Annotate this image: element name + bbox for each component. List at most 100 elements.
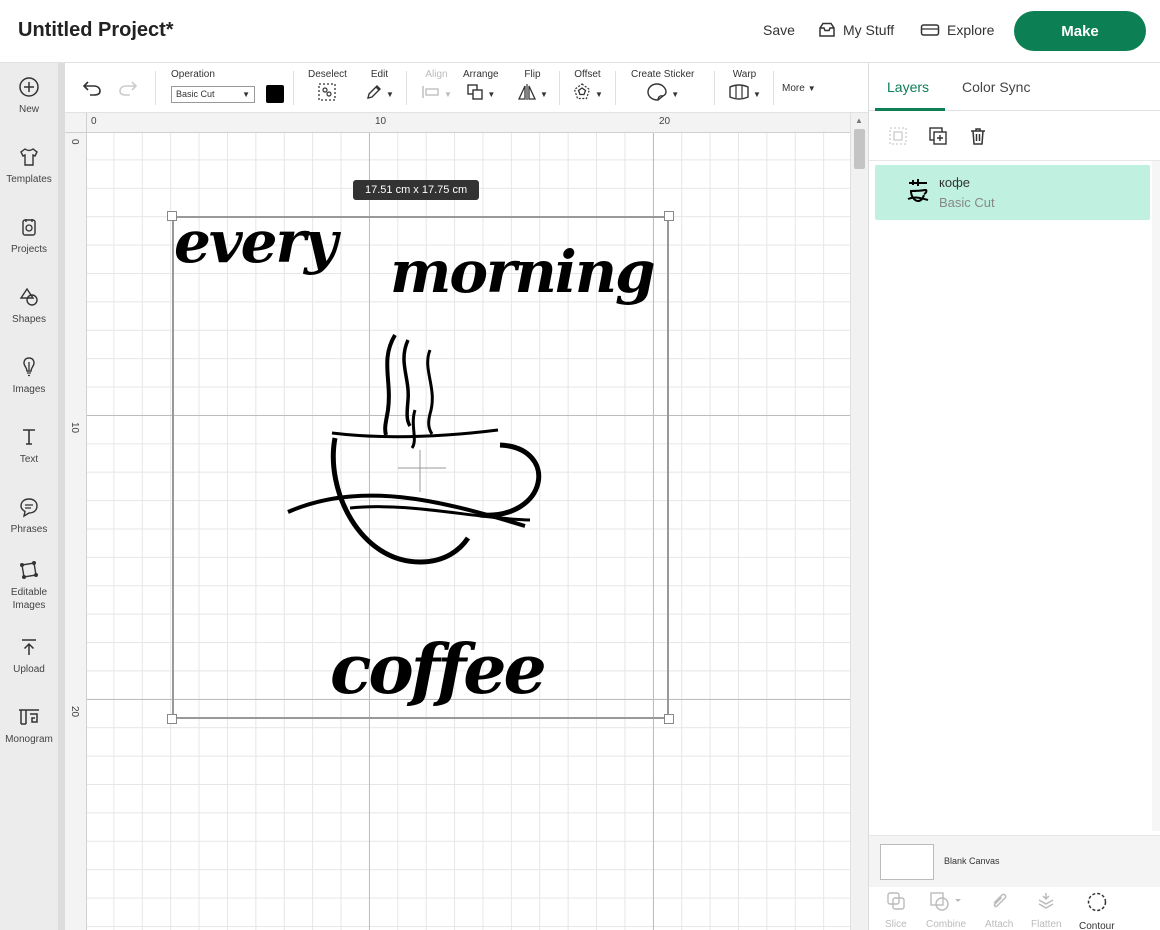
toolbar-divider bbox=[773, 71, 774, 105]
plus-circle-icon bbox=[17, 75, 41, 99]
sidebar-item-editable-images[interactable]: Editable Images bbox=[0, 558, 58, 612]
resize-handle[interactable] bbox=[664, 211, 674, 221]
left-ruler: 0 10 20 bbox=[65, 133, 87, 930]
sidebar-item-label: Monogram bbox=[5, 734, 53, 745]
color-swatch[interactable] bbox=[266, 85, 284, 103]
design-word-every: every bbox=[174, 208, 338, 276]
app-window: Untitled Project* Save My Stuff Explore … bbox=[0, 0, 1160, 930]
blank-canvas-label: Blank Canvas bbox=[944, 856, 1000, 866]
group-icon[interactable] bbox=[887, 125, 909, 147]
canvas-scrollbar[interactable]: ▲ bbox=[850, 113, 868, 930]
sidebar-item-label: Templates bbox=[6, 174, 52, 185]
sidebar-item-templates[interactable]: Templates bbox=[0, 145, 58, 186]
layers-scrollbar[interactable] bbox=[1152, 161, 1160, 831]
ruler-label: 10 bbox=[375, 116, 387, 127]
save-label: Save bbox=[763, 22, 795, 38]
sticker-icon bbox=[646, 82, 668, 107]
vr-goggles-icon bbox=[920, 23, 940, 37]
flatten-icon bbox=[1036, 891, 1056, 916]
edit-button[interactable]: Edit ▼ bbox=[365, 69, 394, 105]
flip-button[interactable]: Flip ▼ bbox=[517, 69, 548, 105]
arrange-button[interactable]: Arrange ▼ bbox=[463, 69, 499, 105]
bulb-icon bbox=[17, 355, 41, 379]
sidebar-item-projects[interactable]: Projects bbox=[0, 215, 58, 256]
sidebar-item-upload[interactable]: Upload bbox=[0, 635, 58, 676]
sidebar-item-shapes[interactable]: Shapes bbox=[0, 285, 58, 326]
more-label: More bbox=[782, 83, 805, 94]
sidebar-item-new[interactable]: New bbox=[0, 75, 58, 116]
duplicate-icon[interactable] bbox=[927, 125, 949, 147]
slice-button[interactable]: Slice bbox=[885, 891, 907, 930]
warp-label: Warp bbox=[732, 69, 757, 80]
save-button[interactable]: Save bbox=[763, 22, 795, 38]
redo-icon[interactable] bbox=[117, 79, 139, 102]
blank-canvas-swatch[interactable] bbox=[880, 844, 934, 880]
sidebar-scrollbar[interactable] bbox=[58, 63, 65, 930]
combine-button[interactable]: Combine bbox=[926, 891, 966, 930]
create-sticker-button[interactable]: Create Sticker ▼ bbox=[631, 69, 694, 105]
operation-group: Operation Basic Cut ▼ bbox=[171, 69, 284, 105]
scroll-thumb[interactable] bbox=[854, 129, 865, 169]
combine-icon bbox=[929, 891, 963, 916]
operation-select[interactable]: Basic Cut ▼ bbox=[171, 85, 255, 103]
tshirt-icon bbox=[17, 145, 41, 169]
flatten-label: Flatten bbox=[1031, 919, 1062, 930]
shapes-icon bbox=[17, 285, 41, 309]
caret-down-icon: ▼ bbox=[671, 89, 680, 99]
contour-button[interactable]: Contour bbox=[1079, 891, 1115, 930]
coffee-cup-thumbnail-icon bbox=[905, 177, 931, 212]
pencil-icon bbox=[365, 83, 383, 106]
sidebar-item-text[interactable]: Text bbox=[0, 425, 58, 466]
resize-handle[interactable] bbox=[664, 714, 674, 724]
trash-icon[interactable] bbox=[967, 125, 989, 147]
sidebar-item-label: Projects bbox=[10, 244, 48, 255]
attach-button[interactable]: Attach bbox=[985, 891, 1013, 930]
my-stuff-label: My Stuff bbox=[843, 22, 895, 38]
ruler-label: 20 bbox=[659, 116, 671, 127]
caret-down-icon: ▼ bbox=[444, 89, 452, 99]
warp-icon bbox=[728, 83, 750, 106]
my-stuff-button[interactable]: My Stuff bbox=[818, 22, 894, 38]
toolbar-divider bbox=[714, 71, 715, 105]
scroll-up-icon[interactable]: ▲ bbox=[855, 116, 863, 125]
sidebar-item-label: Text bbox=[19, 454, 39, 465]
sidebar-item-images[interactable]: Images bbox=[0, 355, 58, 396]
sidebar-item-label: New bbox=[18, 104, 39, 115]
speech-bubble-icon bbox=[17, 495, 41, 519]
coffee-cup-graphic bbox=[287, 333, 542, 565]
attach-label: Attach bbox=[985, 919, 1014, 930]
sidebar-item-monogram[interactable]: Monogram bbox=[0, 705, 58, 746]
align-icon bbox=[421, 84, 441, 105]
operation-label: Operation bbox=[171, 69, 215, 80]
editable-image-icon bbox=[17, 558, 41, 582]
caret-down-icon: ▼ bbox=[540, 89, 548, 99]
make-button[interactable]: Make bbox=[1014, 11, 1146, 51]
toolbar-divider bbox=[155, 71, 156, 105]
sidebar-item-phrases[interactable]: Phrases bbox=[0, 495, 58, 536]
explore-button[interactable]: Explore bbox=[920, 22, 994, 38]
combine-label: Combine bbox=[926, 919, 967, 930]
panel-tabs: Layers Color Sync bbox=[869, 63, 1160, 111]
tab-layers[interactable]: Layers bbox=[887, 79, 929, 95]
undo-icon[interactable] bbox=[81, 79, 103, 102]
toolbar-divider bbox=[406, 71, 407, 105]
layers-panel: Layers Color Sync кофе Basic Cut Blank C… bbox=[868, 63, 1160, 930]
slice-label: Slice bbox=[885, 919, 907, 930]
resize-handle[interactable] bbox=[167, 714, 177, 724]
offset-button[interactable]: Offset ▼ bbox=[572, 69, 603, 105]
more-button[interactable]: More ▼ bbox=[782, 83, 816, 94]
layer-item[interactable]: кофе Basic Cut bbox=[875, 165, 1150, 220]
layer-operation: Basic Cut bbox=[939, 195, 995, 210]
align-button[interactable]: Align ▼ bbox=[421, 69, 452, 105]
warp-button[interactable]: Warp ▼ bbox=[728, 69, 761, 105]
ruler-label: 0 bbox=[69, 139, 80, 145]
toolbar-divider bbox=[615, 71, 616, 105]
sidebar-item-label: Editable Images bbox=[10, 587, 48, 611]
deselect-button[interactable]: Deselect bbox=[308, 69, 347, 105]
flatten-button[interactable]: Flatten bbox=[1031, 891, 1062, 930]
tab-color-sync[interactable]: Color Sync bbox=[962, 79, 1030, 95]
explore-label: Explore bbox=[947, 22, 995, 38]
project-title[interactable]: Untitled Project* bbox=[18, 19, 174, 42]
blank-canvas-row[interactable]: Blank Canvas bbox=[869, 835, 1160, 887]
left-sidebar: New Templates Projects Shapes Images Tex… bbox=[0, 63, 65, 930]
